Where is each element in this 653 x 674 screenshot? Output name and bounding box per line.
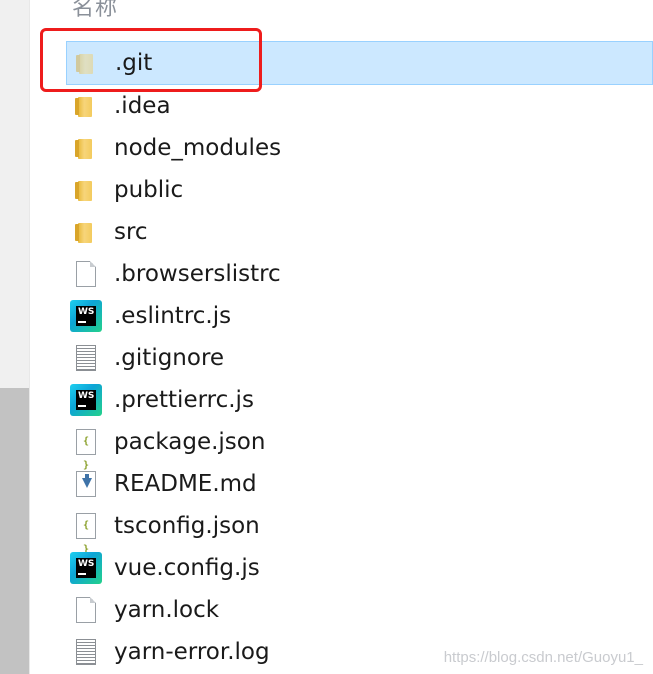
file-name: node_modules [114,135,282,161]
json-file-icon: { } [74,428,98,471]
file-icon [74,260,98,288]
file-name: package.json [114,429,266,455]
column-header-name[interactable]: 名称 [72,0,118,22]
file-name: .prettierrc.js [114,387,254,413]
file-row-idea[interactable]: .idea [66,85,653,127]
folder-icon [74,218,98,246]
folder-icon [74,92,98,120]
file-explorer-window: 名称 .git .idea node_modulespublic src .browse… [0,0,653,674]
file-name: .idea [114,93,171,119]
navigation-pane-scrollbar[interactable] [0,0,29,674]
file-row-public[interactable]: public [66,169,653,211]
text-file-icon [74,344,98,372]
file-row-prettierrc-js[interactable]: WS .prettierrc.js [66,379,653,421]
text-file-icon [74,638,98,666]
file-name: yarn-error.log [114,639,270,665]
file-name: src [114,219,148,245]
watermark: https://blog.csdn.net/Guoyu1_ [443,649,643,666]
folder-icon [74,176,98,204]
scrollbar-thumb[interactable] [0,388,29,674]
file-name: .eslintrc.js [114,303,232,329]
file-name: vue.config.js [114,555,260,581]
file-name: yarn.lock [114,597,220,623]
markdown-file-icon [74,470,98,498]
file-row-git[interactable]: .git [66,41,653,85]
webstorm-icon: WS [70,552,102,584]
json-file-icon: { } [74,512,98,555]
file-row-package-json[interactable]: { } package.json [66,421,653,471]
file-row-vue-config-js[interactable]: WS vue.config.js [66,547,653,589]
file-row-readme-md[interactable]: README.md [66,463,653,505]
file-row-yarn-lock[interactable]: yarn.lock [66,589,653,631]
file-name: .browserslistrc [114,261,281,287]
file-name: README.md [114,471,257,497]
file-row-node-modules[interactable]: node_modules [66,127,653,169]
file-row-eslintrc-js[interactable]: WS .eslintrc.js [66,295,653,337]
file-name: tsconfig.json [114,513,260,539]
file-name: .gitignore [114,345,225,371]
webstorm-icon: WS [70,384,102,416]
pane-divider[interactable] [29,0,37,674]
file-row-src[interactable]: src [66,211,653,253]
file-icon [74,596,98,624]
folder-icon [74,134,98,162]
file-name: .git [115,50,153,76]
file-name: public [114,177,184,203]
file-row-browserslistrc[interactable]: .browserslistrc [66,253,653,295]
folder-icon [75,49,99,77]
file-row-gitignore[interactable]: .gitignore [66,337,653,379]
webstorm-icon: WS [70,300,102,332]
file-row-tsconfig-json[interactable]: { } tsconfig.json [66,505,653,555]
